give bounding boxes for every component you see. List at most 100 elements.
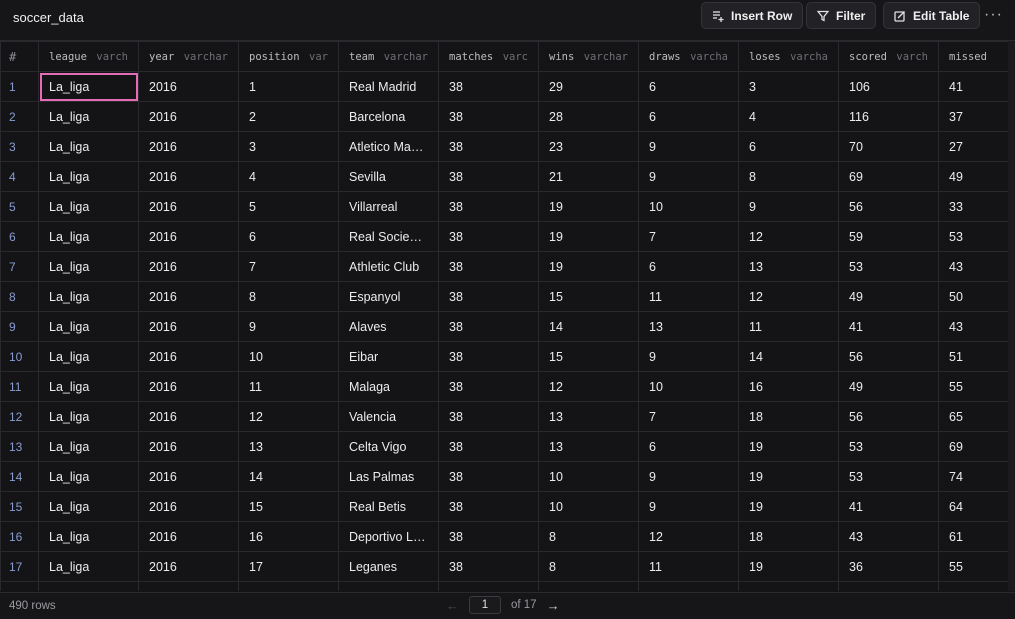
table-cell[interactable]: Atletico Madrid bbox=[338, 131, 439, 162]
table-cell[interactable]: 2016 bbox=[138, 251, 239, 282]
table-cell[interactable]: 55 bbox=[938, 551, 1008, 582]
table-cell[interactable]: 61 bbox=[938, 521, 1008, 552]
table-cell[interactable]: 2016 bbox=[138, 491, 239, 522]
table-cell[interactable]: 11 bbox=[638, 281, 739, 312]
table-cell[interactable]: Eibar bbox=[338, 341, 439, 372]
column-header-position[interactable]: position var bbox=[238, 41, 339, 72]
table-cell[interactable]: La_liga bbox=[38, 221, 139, 252]
table-cell[interactable]: Celta Vigo bbox=[338, 431, 439, 462]
table-cell[interactable]: Sevilla bbox=[338, 161, 439, 192]
table-cell[interactable]: 8 bbox=[538, 521, 639, 552]
table-cell[interactable]: 9 bbox=[638, 491, 739, 522]
table-cell[interactable]: La_liga bbox=[38, 581, 139, 591]
table-cell[interactable]: 12 bbox=[738, 221, 839, 252]
table-cell[interactable]: 18 bbox=[738, 521, 839, 552]
table-cell[interactable]: 2 bbox=[238, 101, 339, 132]
table-cell[interactable]: 10 bbox=[638, 371, 739, 402]
table-cell[interactable]: 10 bbox=[238, 341, 339, 372]
table-cell[interactable]: 43 bbox=[938, 251, 1008, 282]
table-cell[interactable]: La_liga bbox=[38, 371, 139, 402]
table-cell[interactable]: 2016 bbox=[138, 71, 239, 102]
table-cell[interactable]: 14 bbox=[538, 311, 639, 342]
table-cell[interactable]: 2016 bbox=[138, 581, 239, 591]
table-cell[interactable]: 116 bbox=[838, 101, 939, 132]
table-cell[interactable]: La_liga bbox=[38, 401, 139, 432]
table-cell[interactable]: 74 bbox=[938, 461, 1008, 492]
table-cell[interactable]: 6 bbox=[238, 221, 339, 252]
table-cell[interactable]: 65 bbox=[938, 401, 1008, 432]
table-cell[interactable]: 6 bbox=[638, 431, 739, 462]
table-cell[interactable]: La_liga bbox=[38, 431, 139, 462]
table-cell[interactable]: 16 bbox=[738, 371, 839, 402]
table-cell[interactable]: 69 bbox=[838, 161, 939, 192]
table-cell[interactable]: 38 bbox=[438, 581, 539, 591]
table-cell[interactable]: 19 bbox=[738, 551, 839, 582]
table-cell[interactable]: 2016 bbox=[138, 431, 239, 462]
edit-table-button[interactable]: Edit Table bbox=[883, 2, 981, 29]
table-cell[interactable]: 38 bbox=[438, 341, 539, 372]
table-cell[interactable]: 4 bbox=[738, 101, 839, 132]
table-cell[interactable]: Alaves bbox=[338, 311, 439, 342]
table-cell[interactable]: 38 bbox=[438, 311, 539, 342]
table-cell[interactable]: 3 bbox=[738, 71, 839, 102]
table-cell[interactable]: La_liga bbox=[38, 491, 139, 522]
table-cell[interactable]: 13 bbox=[738, 251, 839, 282]
column-header-wins[interactable]: wins varchar bbox=[538, 41, 639, 72]
table-cell[interactable]: 7 bbox=[638, 221, 739, 252]
table-cell[interactable]: 10 bbox=[538, 491, 639, 522]
table-cell[interactable]: 43 bbox=[838, 521, 939, 552]
table-cell[interactable]: 9 bbox=[638, 341, 739, 372]
table-cell[interactable]: Valencia bbox=[338, 401, 439, 432]
table-cell[interactable]: 36 bbox=[838, 551, 939, 582]
table-cell[interactable]: 38 bbox=[438, 101, 539, 132]
table-cell[interactable]: 70 bbox=[838, 131, 939, 162]
table-cell[interactable]: 38 bbox=[438, 491, 539, 522]
table-cell[interactable]: 2016 bbox=[138, 131, 239, 162]
table-cell[interactable]: 9 bbox=[638, 461, 739, 492]
table-cell[interactable]: 50 bbox=[938, 281, 1008, 312]
table-cell[interactable]: 6 bbox=[638, 101, 739, 132]
table-cell[interactable]: 6 bbox=[738, 131, 839, 162]
table-cell[interactable]: 10 bbox=[538, 461, 639, 492]
table-cell[interactable]: La_liga bbox=[38, 341, 139, 372]
table-cell[interactable]: 3 bbox=[238, 131, 339, 162]
table-cell[interactable]: 12 bbox=[738, 281, 839, 312]
column-header-scored[interactable]: scored varch bbox=[838, 41, 939, 72]
table-cell[interactable]: 21 bbox=[538, 161, 639, 192]
table-cell[interactable]: 1 bbox=[238, 71, 339, 102]
table-cell[interactable]: Malaga bbox=[338, 371, 439, 402]
table-cell[interactable]: 17 bbox=[238, 551, 339, 582]
table-cell[interactable]: 53 bbox=[838, 461, 939, 492]
table-cell[interactable]: 14 bbox=[238, 461, 339, 492]
table-cell[interactable]: Real Madrid bbox=[338, 71, 439, 102]
table-cell[interactable]: 11 bbox=[638, 551, 739, 582]
table-cell[interactable]: 55 bbox=[938, 371, 1008, 402]
table-cell[interactable]: La_liga bbox=[38, 551, 139, 582]
table-cell[interactable]: 5 bbox=[238, 191, 339, 222]
table-cell[interactable]: 38 bbox=[438, 221, 539, 252]
table-cell[interactable]: 41 bbox=[938, 71, 1008, 102]
table-cell[interactable]: 38 bbox=[438, 371, 539, 402]
table-cell[interactable]: 8 bbox=[538, 551, 639, 582]
column-header-matches[interactable]: matches varc bbox=[438, 41, 539, 72]
table-cell[interactable]: 4 bbox=[238, 161, 339, 192]
table-cell[interactable]: 38 bbox=[438, 191, 539, 222]
table-cell[interactable]: 13 bbox=[538, 401, 639, 432]
next-page-icon[interactable]: → bbox=[547, 598, 560, 613]
table-cell[interactable]: 7 bbox=[538, 581, 639, 591]
table-cell[interactable]: 7 bbox=[238, 251, 339, 282]
table-cell[interactable]: 8 bbox=[738, 161, 839, 192]
insert-row-button[interactable]: Insert Row bbox=[701, 2, 804, 29]
table-cell[interactable]: 2016 bbox=[138, 461, 239, 492]
table-cell[interactable]: 8 bbox=[238, 281, 339, 312]
table-cell[interactable]: 15 bbox=[238, 491, 339, 522]
table-cell[interactable]: La_liga bbox=[38, 281, 139, 312]
table-cell[interactable]: 2016 bbox=[138, 371, 239, 402]
table-cell[interactable]: 15 bbox=[538, 281, 639, 312]
table-cell[interactable]: La_liga bbox=[38, 101, 139, 132]
prev-page-icon[interactable]: ← bbox=[446, 598, 459, 613]
table-cell[interactable]: 13 bbox=[238, 431, 339, 462]
table-cell[interactable]: 38 bbox=[438, 251, 539, 282]
column-header-league[interactable]: league varch bbox=[38, 41, 139, 72]
table-cell[interactable]: 2016 bbox=[138, 521, 239, 552]
